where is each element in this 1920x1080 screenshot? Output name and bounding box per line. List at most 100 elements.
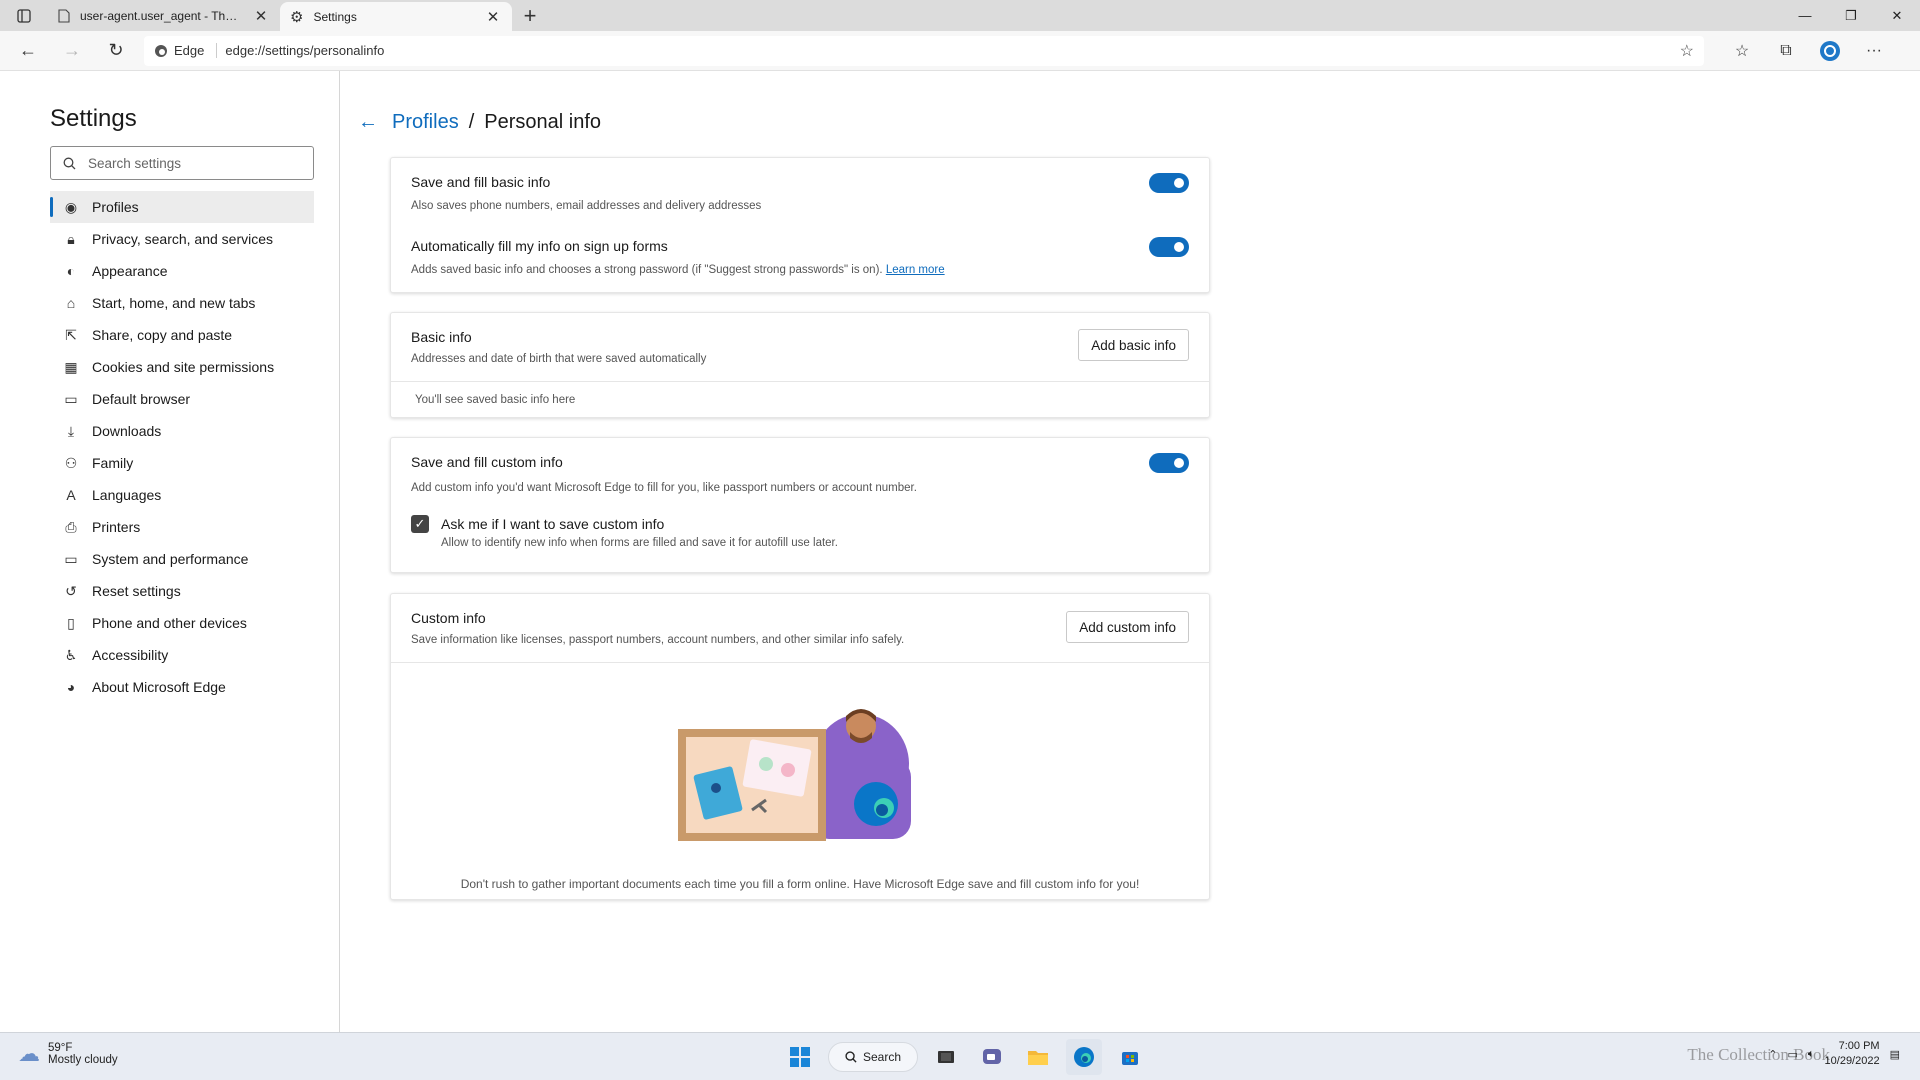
taskbar-search-button[interactable]: Search [828, 1042, 919, 1072]
auto-fill-signup-title: Automatically fill my info on sign up fo… [411, 238, 668, 254]
add-basic-info-button[interactable]: Add basic info [1078, 329, 1189, 361]
save-basic-info-title: Save and fill basic info [411, 174, 551, 190]
sidebar-item-family[interactable]: ⚇ Family [50, 447, 314, 479]
new-tab-button[interactable]: + [512, 0, 548, 31]
custom-info-footer-text: Don't rush to gather important documents… [460, 877, 1140, 891]
sidebar-item-label: Share, copy and paste [92, 327, 233, 343]
restore-icon[interactable]: ❐ [1828, 0, 1874, 31]
taskbar-search-label: Search [863, 1050, 902, 1064]
reset-icon: ↺ [65, 582, 77, 599]
profile-avatar[interactable] [1808, 31, 1852, 71]
save-basic-info-toggle[interactable] [1149, 173, 1189, 193]
sidebar-item-downloads[interactable]: ⤓ Downloads [50, 415, 314, 447]
sidebar-item-share-copy-and-paste[interactable]: ⇱ Share, copy and paste [50, 319, 314, 351]
sidebar-item-start-home-and-new-tabs[interactable]: ⌂ Start, home, and new tabs [50, 287, 314, 319]
sidebar-item-label: Languages [92, 487, 162, 503]
url-text[interactable]: edge://settings/personalinfo [225, 43, 1671, 58]
download-icon: ⤓ [67, 422, 75, 439]
show-hidden-icons-icon[interactable]: ⌃ [1768, 1048, 1777, 1061]
task-view-icon[interactable] [928, 1039, 964, 1075]
divider [391, 381, 1209, 382]
sidebar-item-accessibility[interactable]: ♿︎ Accessibility [50, 639, 314, 671]
auto-fill-signup-toggle[interactable] [1149, 237, 1189, 257]
search-settings-input[interactable]: Search settings [50, 146, 314, 180]
store-icon[interactable] [1112, 1039, 1148, 1075]
more-options-icon[interactable]: ··· [1852, 31, 1896, 71]
family-icon: ⚇ [64, 454, 78, 471]
sidebar-item-languages[interactable]: A Languages [50, 479, 314, 511]
sidebar-item-phone-and-other-devices[interactable]: ▯ Phone and other devices [50, 607, 314, 639]
tab-user-agent[interactable]: user-agent.user_agent - The Coll ✕ [48, 0, 280, 31]
minimize-icon[interactable]: — [1782, 0, 1828, 31]
accessibility-icon: ♿︎ [64, 646, 78, 663]
refresh-button[interactable]: ↻ [94, 31, 138, 71]
settings-main: ← Profiles / Personal info Save and fill… [340, 71, 1920, 1032]
breadcrumb-profiles-link[interactable]: Profiles [392, 111, 459, 134]
start-button[interactable] [782, 1039, 818, 1075]
sidebar-item-appearance[interactable]: ◐ Appearance [50, 255, 314, 287]
sidebar-item-cookies-and-site-permissions[interactable]: ▦ Cookies and site permissions [50, 351, 314, 383]
page-title: Personal info [484, 111, 602, 133]
back-arrow-icon[interactable]: ← [358, 111, 382, 134]
file-explorer-icon[interactable] [1020, 1039, 1056, 1075]
notifications-icon[interactable]: ▤ [1890, 1048, 1900, 1061]
sidebar-item-printers[interactable]: ⎙ Printers [50, 511, 314, 543]
site-label: Edge [174, 43, 205, 58]
save-custom-info-toggle[interactable] [1149, 453, 1189, 473]
ask-save-custom-info-checkbox[interactable]: ✓ [411, 515, 429, 533]
network-icon[interactable]: ▭ [1788, 1048, 1798, 1061]
tab-settings[interactable]: ⚙ Settings ✕ [280, 2, 512, 31]
sidebar-item-default-browser[interactable]: ▭ Default browser [50, 383, 314, 415]
printer-icon: ⎙ [65, 518, 77, 535]
settings-sidebar: Settings Search settings ◉ Profiles 🔒︎ Priv… [0, 71, 340, 1032]
weather-temp: 59°F [48, 1042, 73, 1054]
sidebar-item-privacy-search-and-services[interactable]: 🔒︎ Privacy, search, and services [50, 223, 314, 255]
search-placeholder: Search settings [88, 155, 182, 171]
taskbar-apps: Search [782, 1039, 1148, 1075]
save-basic-info-desc: Also saves phone numbers, email addresse… [411, 200, 762, 212]
page-icon [58, 8, 70, 23]
sidebar-item-label: Family [92, 455, 134, 471]
teams-chat-icon[interactable] [974, 1039, 1010, 1075]
sidebar-item-about-microsoft-edge[interactable]: ◕ About Microsoft Edge [50, 671, 314, 703]
sidebar-item-label: About Microsoft Edge [92, 679, 226, 695]
toolbar-icons: ☆ ⧉ ··· [1720, 31, 1896, 71]
basic-info-desc: Addresses and date of birth that were sa… [411, 353, 707, 365]
close-tab-icon[interactable]: ✕ [484, 8, 502, 26]
tab-actions-button[interactable] [0, 0, 48, 31]
sidebar-item-label: Default browser [92, 391, 191, 407]
clock[interactable]: 7:00 PM 10/29/2022 [1825, 1039, 1880, 1069]
search-icon [845, 1051, 857, 1063]
forward-button[interactable]: → [50, 31, 94, 71]
close-tab-icon[interactable]: ✕ [252, 7, 270, 25]
tab-actions-icon [17, 8, 31, 23]
sidebar-item-profiles[interactable]: ◉ Profiles [50, 191, 314, 223]
language-icon: A [66, 487, 76, 503]
appearance-icon: ◐ [66, 263, 76, 279]
sidebar-item-system-and-performance[interactable]: ▭ System and performance [50, 543, 314, 575]
favorites-icon[interactable]: ☆ [1720, 31, 1764, 71]
sidebar-item-label: Downloads [92, 423, 162, 439]
profile-icon: ◉ [64, 198, 78, 215]
weather-widget[interactable]: ☁ 59°F Mostly cloudy [18, 1041, 118, 1067]
close-window-icon[interactable]: ✕ [1874, 0, 1920, 31]
sidebar-item-label: Start, home, and new tabs [92, 295, 256, 311]
back-button[interactable]: ← [6, 31, 50, 71]
basic-info-title: Basic info [411, 329, 472, 345]
sidebar-item-label: Profiles [92, 199, 139, 215]
volume-icon[interactable]: 🔈︎ [1808, 1048, 1815, 1061]
tab-strip: user-agent.user_agent - The Coll ✕ ⚙ Set… [0, 0, 1920, 31]
sidebar-item-reset-settings[interactable]: ↺ Reset settings [50, 575, 314, 607]
add-custom-info-button[interactable]: Add custom info [1066, 611, 1189, 643]
add-favorite-icon[interactable]: ☆ [1680, 41, 1694, 61]
ask-save-custom-info-title: Ask me if I want to save custom info [441, 516, 665, 532]
collections-icon[interactable]: ⧉ [1764, 31, 1808, 71]
edge-taskbar-icon[interactable] [1066, 1039, 1103, 1075]
site-identity[interactable]: Edge [154, 43, 218, 58]
divider [391, 662, 1209, 663]
cloud-icon: ☁ [18, 1041, 40, 1066]
tab-title: Settings [313, 9, 357, 24]
learn-more-link[interactable]: Learn more [886, 264, 945, 276]
search-icon [63, 157, 76, 169]
address-bar[interactable]: Edge edge://settings/personalinfo ☆ [144, 35, 1704, 66]
